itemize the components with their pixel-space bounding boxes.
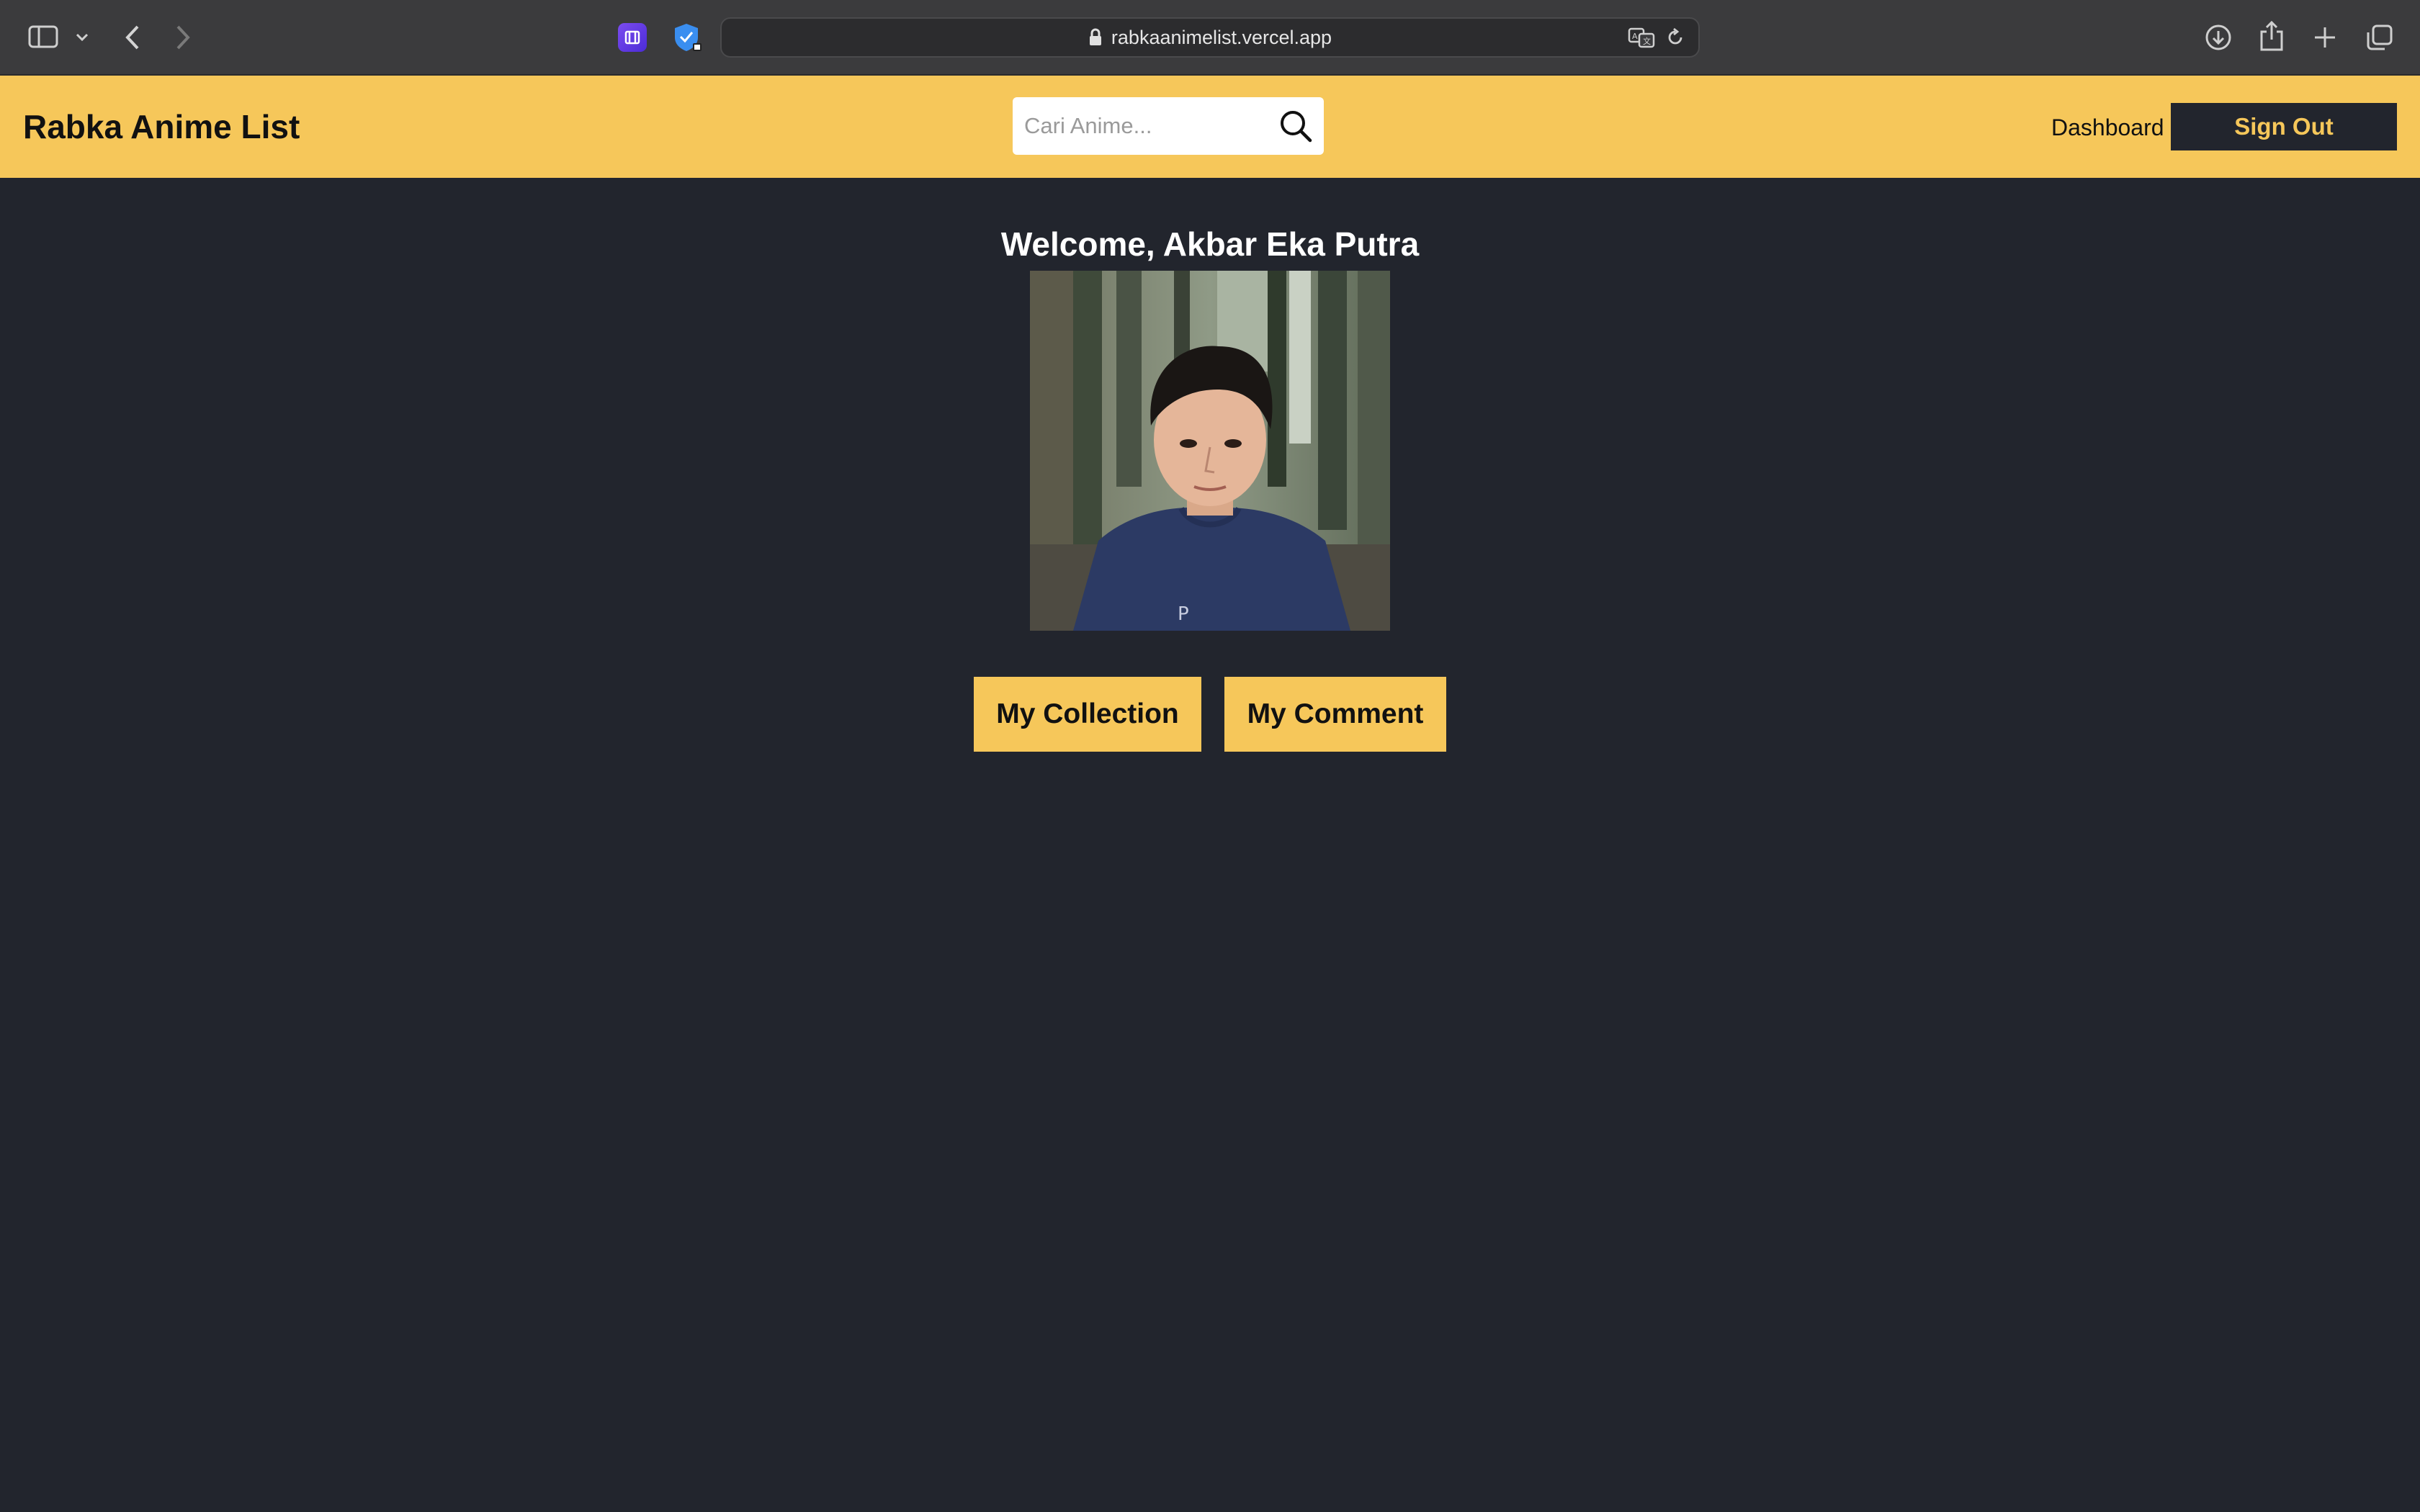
tabs-overview-icon[interactable] (2364, 22, 2396, 53)
profile-photo: P (1030, 271, 1390, 631)
translate-icon[interactable]: A文 (1628, 27, 1655, 48)
my-collection-button[interactable]: My Collection (974, 677, 1201, 752)
search-icon[interactable] (1279, 109, 1312, 143)
sidebar-icon[interactable] (27, 24, 59, 50)
search-box (1013, 97, 1324, 155)
lock-icon (1088, 28, 1103, 47)
sign-out-button[interactable]: Sign Out (2171, 103, 2397, 150)
dashboard-link[interactable]: Dashboard (2051, 114, 2164, 141)
svg-text:A: A (1632, 32, 1638, 41)
url-bar[interactable]: rabkaanimelist.vercel.app A文 (720, 17, 1700, 58)
share-icon[interactable] (2257, 19, 2286, 53)
browser-toolbar: rabkaanimelist.vercel.app A文 (0, 0, 2420, 76)
extension-icon[interactable] (618, 23, 647, 52)
new-tab-icon[interactable] (2311, 23, 2339, 52)
download-icon[interactable] (2202, 22, 2234, 53)
brand-logo[interactable]: Rabka Anime List (23, 107, 300, 146)
chevron-down-icon[interactable] (73, 29, 91, 46)
search-input[interactable] (1013, 97, 1272, 155)
back-icon[interactable] (120, 23, 145, 52)
site-header: Rabka Anime List Dashboard Sign Out (0, 76, 2420, 178)
forward-icon[interactable] (170, 23, 196, 52)
welcome-heading: Welcome, Akbar Eka Putra (1000, 225, 1420, 263)
svg-text:文: 文 (1643, 36, 1651, 46)
my-comment-button[interactable]: My Comment (1224, 677, 1446, 752)
svg-text:P: P (1178, 603, 1189, 625)
reload-icon[interactable] (1665, 27, 1685, 48)
url-text: rabkaanimelist.vercel.app (1111, 26, 1332, 48)
shield-extension-icon[interactable] (673, 22, 703, 53)
avatar: P (1030, 271, 1390, 631)
